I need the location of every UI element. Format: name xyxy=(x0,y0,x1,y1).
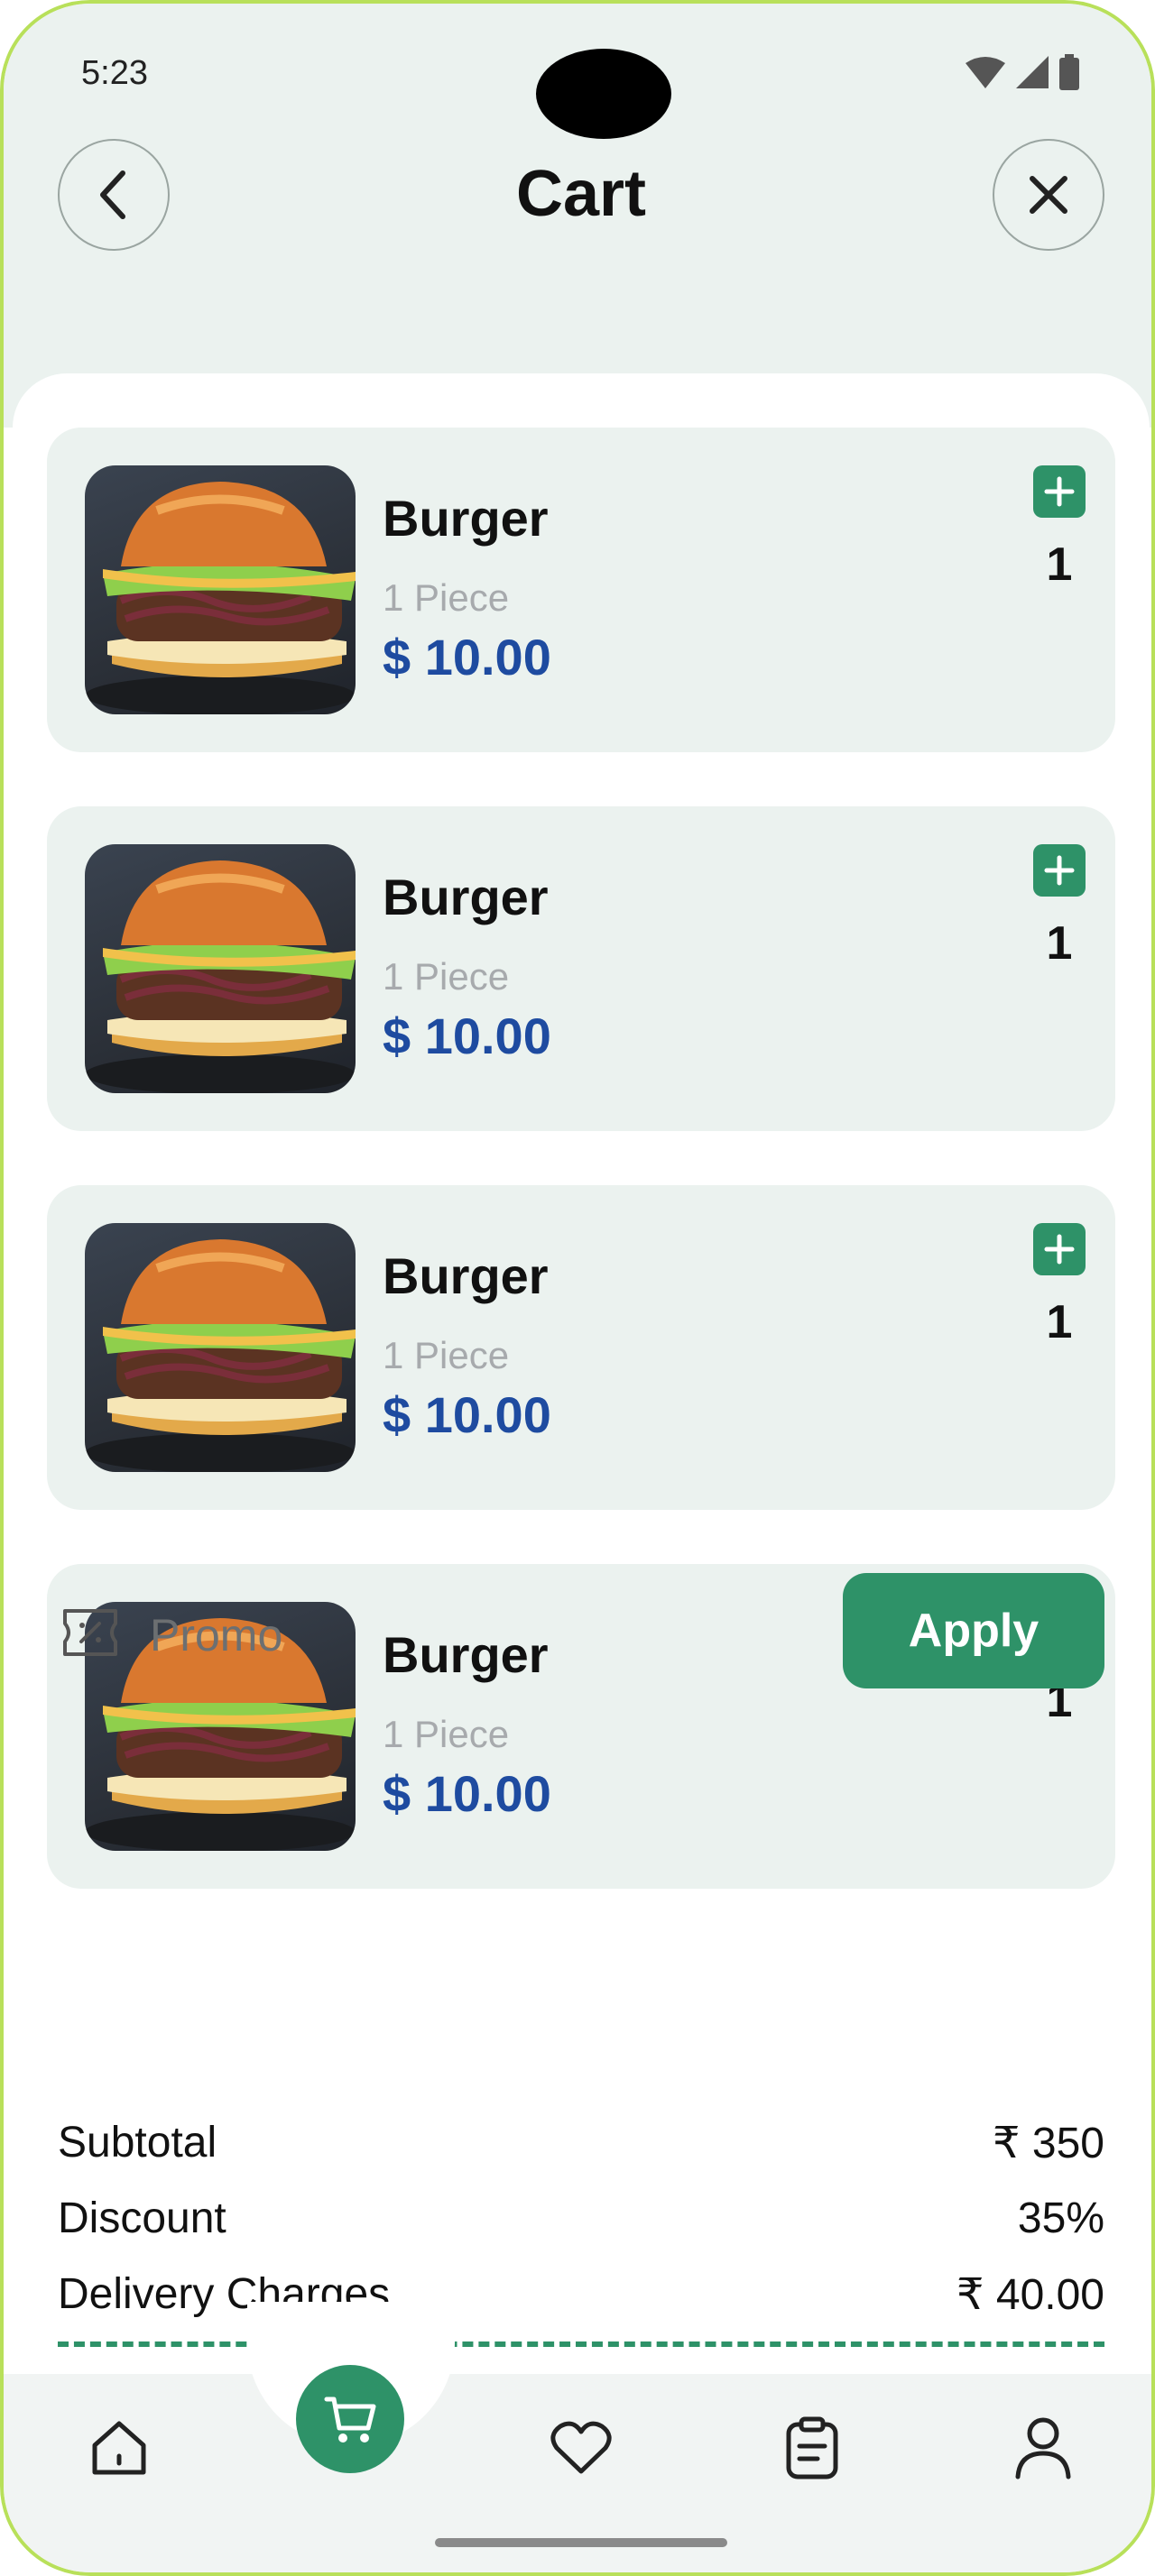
status-time: 5:23 xyxy=(81,54,148,92)
discount-row: Discount 35% xyxy=(58,2194,1104,2257)
promo-input[interactable]: Promo xyxy=(150,1609,282,1661)
cart-content: Burger 1 Piece $ 10.00 1 Burger 1 Piece … xyxy=(13,373,1150,2376)
cart-item[interactable]: Burger 1 Piece $ 10.00 1 xyxy=(47,428,1115,752)
nav-orders[interactable] xyxy=(776,2412,848,2484)
status-bar: 5:23 xyxy=(81,49,1079,139)
delivery-row: Delivery Charges ₹ 40.00 xyxy=(58,2269,1104,2332)
item-description: 1 Piece xyxy=(383,576,510,619)
item-name: Burger xyxy=(383,1247,549,1304)
orders-icon xyxy=(786,2416,838,2479)
plus-icon xyxy=(1044,476,1075,507)
item-price: $ 10.00 xyxy=(383,629,551,685)
close-button[interactable] xyxy=(993,139,1104,251)
item-quantity: 1 xyxy=(1046,538,1073,591)
home-icon xyxy=(92,2421,146,2475)
item-description: 1 Piece xyxy=(383,1713,510,1755)
item-quantity: 1 xyxy=(1046,1296,1073,1348)
nav-cart[interactable] xyxy=(296,2365,404,2473)
summary-divider xyxy=(58,2341,1104,2347)
burger-image xyxy=(85,844,356,1093)
status-icons xyxy=(966,54,1079,90)
wifi-icon xyxy=(966,57,1005,88)
item-description: 1 Piece xyxy=(383,1334,510,1376)
item-price: $ 10.00 xyxy=(383,1007,551,1064)
plus-icon xyxy=(1044,855,1075,886)
cart-item[interactable]: Burger 1 Piece $ 10.00 1 xyxy=(47,806,1115,1131)
page-title: Cart xyxy=(515,158,647,230)
plus-icon xyxy=(1044,1234,1075,1265)
discount-label: Discount xyxy=(58,2194,226,2242)
increase-quantity-button[interactable] xyxy=(1033,465,1086,518)
home-indicator xyxy=(435,2538,727,2547)
burger-image xyxy=(85,465,356,714)
item-price: $ 10.00 xyxy=(383,1765,551,1822)
promo-row: Promo Apply xyxy=(49,1573,1104,1690)
camera-cutout xyxy=(536,49,671,139)
subtotal-label: Subtotal xyxy=(58,2119,217,2167)
nav-home[interactable] xyxy=(83,2412,155,2484)
increase-quantity-button[interactable] xyxy=(1033,1223,1086,1275)
increase-quantity-button[interactable] xyxy=(1033,844,1086,897)
item-price: $ 10.00 xyxy=(383,1386,551,1443)
item-quantity: 1 xyxy=(1046,917,1073,970)
apply-button[interactable]: Apply xyxy=(843,1573,1104,1688)
discount-value: 35% xyxy=(1017,2194,1104,2242)
signal-icon xyxy=(1016,56,1049,88)
burger-image xyxy=(85,1223,356,1472)
item-name: Burger xyxy=(383,869,549,925)
cart-item[interactable]: Burger 1 Piece $ 10.00 1 xyxy=(47,1185,1115,1510)
subtotal-value: ₹ 350 xyxy=(993,2120,1104,2167)
item-name: Burger xyxy=(383,490,549,547)
item-description: 1 Piece xyxy=(383,955,510,998)
delivery-value: ₹ 40.00 xyxy=(956,2271,1104,2319)
nav-profile[interactable] xyxy=(1007,2412,1079,2484)
close-icon xyxy=(1030,176,1067,214)
profile-icon xyxy=(1015,2417,1071,2479)
nav-favorites[interactable] xyxy=(545,2412,617,2484)
bottom-navigation xyxy=(4,2302,1151,2572)
app-header: Cart xyxy=(4,139,1151,256)
cart-icon xyxy=(324,2397,376,2443)
subtotal-row: Subtotal ₹ 350 xyxy=(58,2118,1104,2181)
battery-icon xyxy=(1059,54,1079,90)
heart-icon xyxy=(550,2421,612,2474)
phone-screen: 5:23 Cart Burger 1 Piece $ 10.00 1 Burge… xyxy=(0,0,1155,2576)
coupon-icon xyxy=(63,1609,117,1656)
